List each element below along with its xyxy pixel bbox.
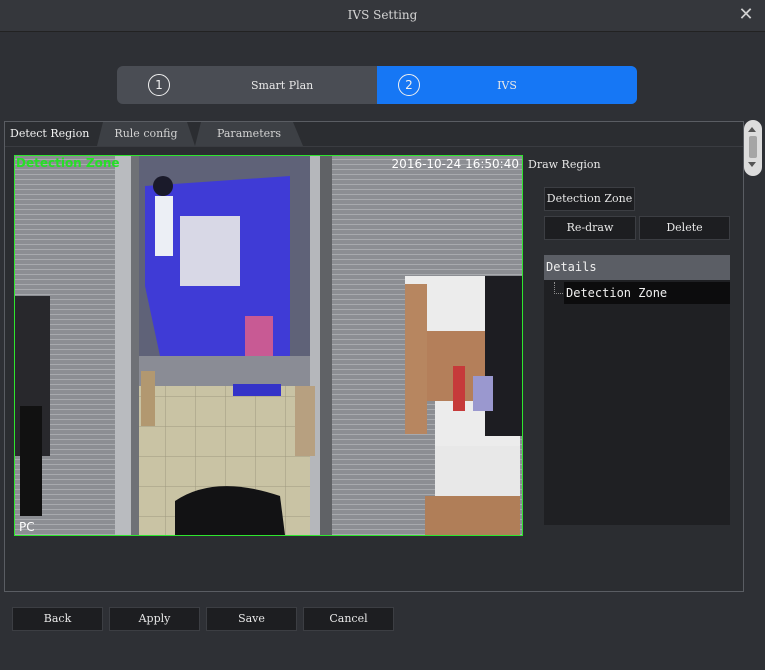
scroll-thumb[interactable] — [749, 136, 757, 158]
tab-rule-config[interactable]: Rule config — [97, 122, 195, 146]
details-header: Details — [544, 255, 730, 280]
step-smart-plan[interactable]: 1 Smart Plan — [117, 66, 377, 104]
details-panel: Details Detection Zone — [544, 255, 730, 525]
vertical-scrollbar[interactable] — [744, 120, 762, 176]
step-label-smart-plan: Smart Plan — [251, 78, 314, 92]
title-bar: IVS Setting ✕ — [0, 0, 765, 32]
redraw-button[interactable]: Re-draw — [544, 216, 636, 240]
scroll-up-icon[interactable] — [748, 127, 756, 132]
close-icon[interactable]: ✕ — [736, 5, 756, 25]
video-preview[interactable]: Detection Zone 2016-10-24 16:50:40 PC — [14, 155, 523, 536]
tree-item-detection-zone[interactable]: Detection Zone — [564, 282, 730, 304]
step-ivs[interactable]: 2 IVS — [377, 66, 637, 104]
step-label-ivs: IVS — [497, 78, 517, 92]
delete-button[interactable]: Delete — [639, 216, 730, 240]
save-button[interactable]: Save — [206, 607, 297, 631]
tab-detect-region[interactable]: Detect Region — [5, 122, 97, 146]
camera-scene — [15, 156, 522, 535]
tree-connector — [554, 282, 563, 294]
detection-zone-label: Detection Zone — [16, 156, 120, 170]
draw-region-label: Draw Region — [528, 158, 601, 171]
cancel-button[interactable]: Cancel — [303, 607, 394, 631]
video-corner-label: PC — [19, 520, 35, 534]
apply-button[interactable]: Apply — [109, 607, 200, 631]
video-timestamp: 2016-10-24 16:50:40 — [391, 157, 519, 171]
window-title: IVS Setting — [347, 8, 418, 22]
tab-parameters[interactable]: Parameters — [195, 122, 303, 146]
step-number-1: 1 — [148, 74, 170, 96]
tab-bar: Detect Region Rule config Parameters — [5, 122, 743, 147]
back-button[interactable]: Back — [12, 607, 103, 631]
step-wizard: 1 Smart Plan 2 IVS — [117, 66, 637, 104]
scroll-down-icon[interactable] — [748, 162, 756, 167]
detection-zone-button[interactable]: Detection Zone — [544, 187, 635, 211]
